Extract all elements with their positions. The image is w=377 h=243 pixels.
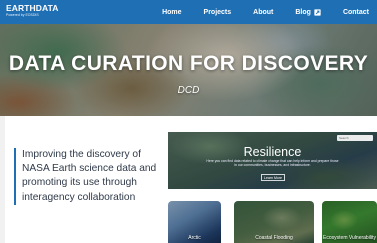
nav-link-home[interactable]: Home <box>162 9 181 16</box>
mission-statement: Improving the discovery of NASA Earth sc… <box>14 148 160 205</box>
nav-link-contact[interactable]: Contact <box>343 9 369 16</box>
nav-link-blog[interactable]: Blog <box>295 9 321 16</box>
nav-links: Home Projects About Blog Contact <box>162 0 369 24</box>
resilience-feature-panel[interactable]: Search Resilience Here you can find data… <box>168 132 377 189</box>
hero-title: DATA CURATION FOR DISCOVERY <box>8 52 369 75</box>
hero-banner: DATA CURATION FOR DISCOVERY DCD <box>0 24 377 116</box>
feature-body: Here you can find data related to climat… <box>206 159 339 168</box>
page-left-gutter <box>0 116 5 243</box>
topic-card-coastal-flooding[interactable]: Coastal Flooding <box>234 201 314 243</box>
map-search-box[interactable]: Search <box>337 135 373 141</box>
nav-link-blog-label: Blog <box>295 8 311 16</box>
nav-link-projects[interactable]: Projects <box>204 9 232 16</box>
external-link-icon <box>314 8 321 16</box>
hero-subtitle: DCD <box>177 85 200 96</box>
logo-subtitle: Powered by EOSDIS <box>6 13 39 17</box>
topic-card-label: Arctic <box>188 235 201 241</box>
earthdata-logo[interactable]: EARTHDATA Powered by EOSDIS <box>6 3 59 18</box>
map-search-placeholder: Search <box>339 136 349 140</box>
learn-more-button[interactable]: Learn More <box>261 174 285 181</box>
logo-title: EARTHDATA <box>6 3 59 13</box>
nav-link-about[interactable]: About <box>253 9 273 16</box>
topic-card-label: Coastal Flooding <box>255 235 293 241</box>
topic-card-label: Ecosystem Vulnerability <box>323 235 376 241</box>
mission-text: Improving the discovery of NASA Earth sc… <box>22 149 157 203</box>
topic-card-arctic[interactable]: Arctic <box>168 201 221 243</box>
topic-card-ecosystem-vulnerability[interactable]: Ecosystem Vulnerability <box>322 201 377 243</box>
feature-title: Resilience <box>243 145 302 159</box>
top-navbar: EARTHDATA Powered by EOSDIS Home Project… <box>0 0 377 24</box>
